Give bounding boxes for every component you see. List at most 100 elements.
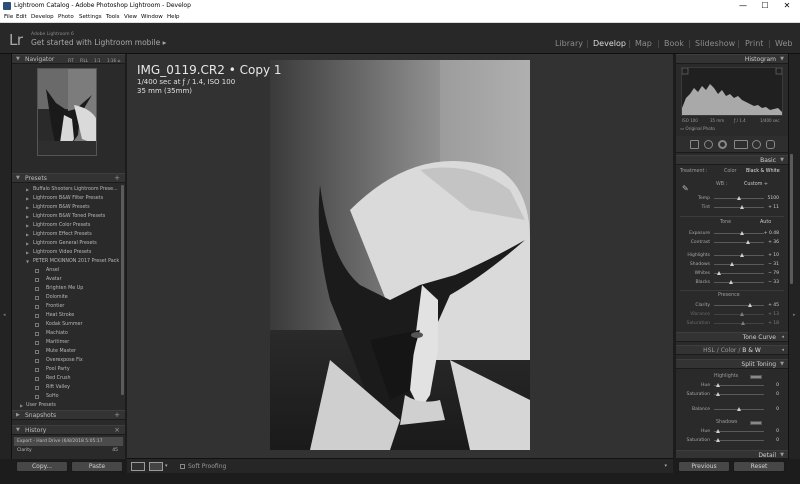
presets-header[interactable]: ▼ Presets + — [12, 173, 125, 183]
temp-slider[interactable]: Temp 5100 — [676, 194, 788, 203]
history-header[interactable]: ▼ History × — [12, 425, 125, 435]
reset-button[interactable]: Reset — [733, 461, 785, 472]
navigator-1to16[interactable]: 1:16 ≑ — [107, 56, 121, 65]
preset-item[interactable]: Overexpose Fix — [12, 356, 125, 365]
clarity-slider[interactable]: Clarity + 45 — [676, 301, 788, 310]
right-panel-scrollbar[interactable] — [790, 154, 793, 284]
preset-item[interactable]: Dolomite — [12, 293, 125, 302]
maximize-button[interactable]: ☐ — [754, 0, 776, 12]
close-button[interactable]: ✕ — [776, 0, 798, 12]
balance-slider[interactable]: Balance 0 — [676, 405, 788, 414]
highlights-hue-slider[interactable]: Hue 0 — [676, 381, 788, 390]
saturation-slider[interactable]: Saturation + 18 — [676, 319, 788, 328]
whites-slider[interactable]: Whites − 79 — [676, 269, 788, 278]
collapse-right-arrow-icon[interactable]: ▸ — [793, 312, 796, 318]
menu-window[interactable]: Window — [141, 12, 163, 23]
soft-proofing-checkbox[interactable] — [180, 464, 185, 469]
menu-file[interactable]: File — [4, 12, 13, 23]
highlights-slider[interactable]: Highlights + 10 — [676, 251, 788, 260]
preset-folder[interactable]: ▶ Lightroom B&W Presets — [12, 203, 125, 212]
navigator-fill[interactable]: FILL — [80, 56, 88, 65]
contrast-slider[interactable]: Contrast + 36 — [676, 238, 788, 247]
preset-item[interactable]: Heat Stroke — [12, 311, 125, 320]
histogram-graph[interactable] — [681, 67, 783, 116]
hsl-header[interactable]: HSL / Color / B & W ◂ — [676, 345, 788, 355]
shadows-hue-slider[interactable]: Hue 0 — [676, 427, 788, 436]
menu-help[interactable]: Help — [167, 12, 180, 23]
navigator-header[interactable]: ▼ Navigator FIT FILL 1:1 1:16 ≑ — [12, 54, 125, 64]
module-slideshow[interactable]: Slideshow — [695, 39, 735, 48]
tint-slider[interactable]: Tint + 11 — [676, 203, 788, 212]
graduated-filter-icon[interactable] — [734, 140, 748, 149]
crop-tool-icon[interactable] — [690, 140, 699, 149]
preset-folder[interactable]: ▶ Lightroom Video Presets — [12, 248, 125, 257]
detail-header[interactable]: Detail ▼ — [676, 450, 788, 459]
treatment-black-white[interactable]: Black & White — [746, 169, 780, 174]
preset-item[interactable]: Rift Valley — [12, 383, 125, 392]
presets-scrollbar[interactable] — [121, 185, 124, 395]
preset-item[interactable]: Machiato — [12, 329, 125, 338]
preset-folder[interactable]: ▶ Lightroom General Presets — [12, 239, 125, 248]
loupe-view-icon[interactable] — [131, 462, 145, 471]
preset-item[interactable]: Mute Master — [12, 347, 125, 356]
blacks-slider[interactable]: Blacks − 33 — [676, 278, 788, 287]
module-develop[interactable]: Develop — [593, 39, 626, 48]
color-tab[interactable]: Color — [721, 347, 737, 354]
toolbar-options-dropdown-icon[interactable]: ▾ — [664, 463, 667, 469]
adjustment-brush-icon[interactable] — [766, 140, 775, 149]
left-panel-toggle-strip[interactable]: ◂ — [0, 54, 12, 459]
preset-item[interactable]: Maritimer — [12, 338, 125, 347]
menu-develop[interactable]: Develop — [31, 12, 54, 23]
image-canvas[interactable]: IMG_0119.CR2 • Copy 1 1/400 sec at ƒ / 1… — [127, 54, 673, 458]
copy-settings-button[interactable]: Copy... — [16, 461, 68, 472]
spot-removal-icon[interactable] — [704, 140, 713, 149]
paste-settings-button[interactable]: Paste — [71, 461, 123, 472]
collapse-left-arrow-icon[interactable]: ◂ — [3, 312, 6, 318]
navigator-fit[interactable]: FIT — [68, 56, 74, 65]
preset-folder[interactable]: ▶ Lightroom Color Presets — [12, 221, 125, 230]
shadows-saturation-slider[interactable]: Saturation 0 — [676, 436, 788, 445]
vibrance-slider[interactable]: Vibrance + 13 — [676, 310, 788, 319]
preset-item[interactable]: Frontier — [12, 302, 125, 311]
snapshots-header[interactable]: ▶ Snapshots + — [12, 410, 125, 420]
menu-edit[interactable]: Edit — [16, 12, 27, 23]
basic-header[interactable]: Basic ▼ — [676, 155, 788, 165]
preset-item[interactable]: Pool Party — [12, 365, 125, 374]
preset-item[interactable]: Kodak Summer — [12, 320, 125, 329]
clear-history-icon[interactable]: × — [114, 426, 120, 435]
preset-item[interactable]: Red Crush — [12, 374, 125, 383]
identity-plate-tagline[interactable]: Get started with Lightroom mobile ▸ — [31, 38, 166, 47]
view-dropdown-icon[interactable]: ▾ — [165, 463, 168, 469]
preset-folder[interactable]: ▶ Lightroom Effect Presets — [12, 230, 125, 239]
history-step[interactable]: Clarity 45 — [14, 446, 123, 455]
hsl-tab[interactable]: HSL — [703, 347, 715, 354]
previous-settings-button[interactable]: Previous — [678, 461, 730, 472]
module-book[interactable]: Book — [664, 39, 684, 48]
menu-view[interactable]: View — [124, 12, 137, 23]
exposure-slider[interactable]: Exposure + 0.48 — [676, 229, 788, 238]
preset-item[interactable]: Avatar — [12, 275, 125, 284]
right-panel-toggle-strip[interactable]: ▸ — [788, 54, 800, 459]
red-eye-icon[interactable] — [718, 140, 727, 149]
auto-tone-button[interactable]: Auto — [760, 220, 771, 225]
histogram-header[interactable]: Histogram ▼ — [676, 54, 788, 64]
preset-folder[interactable]: ▶ User Presets — [12, 401, 125, 410]
preset-folder[interactable]: ▶ Lightroom B&W Toned Presets — [12, 212, 125, 221]
photo-preview[interactable] — [270, 60, 530, 450]
navigator-1to1[interactable]: 1:1 — [94, 56, 100, 65]
module-library[interactable]: Library — [555, 39, 583, 48]
menu-photo[interactable]: Photo — [58, 12, 74, 23]
preset-folder[interactable]: ▶ Lightroom B&W Filter Presets — [12, 194, 125, 203]
white-balance-eyedropper-icon[interactable]: ✎ — [682, 184, 689, 193]
tone-curve-header[interactable]: Tone Curve ◂ — [676, 332, 788, 342]
preset-item[interactable]: Ansel — [12, 266, 125, 275]
module-web[interactable]: Web — [775, 39, 792, 48]
soft-proofing-toggle[interactable]: Soft Proofing — [180, 461, 226, 472]
radial-filter-icon[interactable] — [752, 140, 761, 149]
highlights-color-swatch[interactable] — [750, 375, 762, 379]
preset-folder[interactable]: ▶ Buffalo Shooters Lightroom Prese... — [12, 185, 125, 194]
preset-folder-expanded[interactable]: ▼ PETER MCKINNON 2017 Preset Pack 2 — [12, 257, 125, 266]
shadows-color-swatch[interactable] — [750, 421, 762, 425]
treatment-color[interactable]: Color — [724, 169, 737, 174]
split-toning-header[interactable]: Split Toning ▼ — [676, 359, 788, 369]
